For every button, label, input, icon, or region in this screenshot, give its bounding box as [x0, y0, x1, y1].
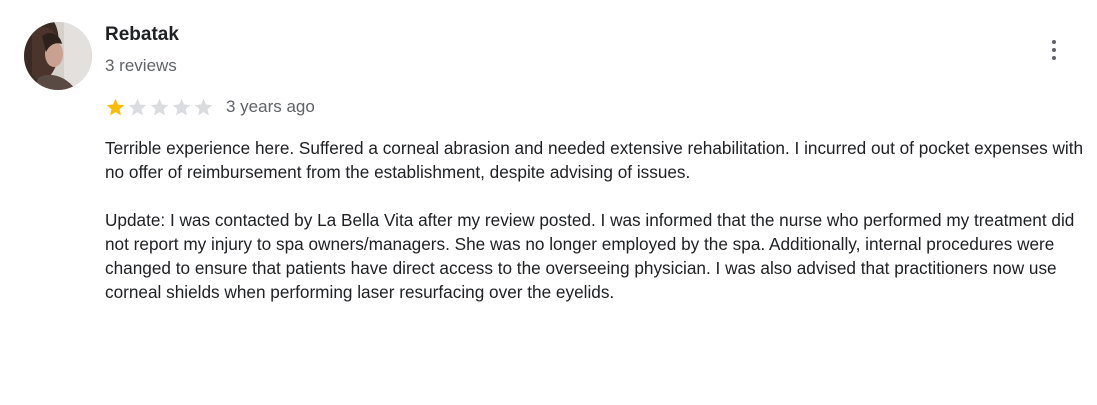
more-dot — [1052, 40, 1056, 44]
review-paragraph: Terrible experience here. Suffered a cor… — [105, 138, 1084, 182]
profile-photo-icon — [24, 22, 92, 90]
avatar[interactable] — [24, 22, 92, 90]
review-date: 3 years ago — [226, 97, 315, 116]
star-empty-icon — [150, 98, 169, 115]
review-card: Rebatak 3 reviews 3 years ago Terrible e… — [0, 0, 1097, 405]
more-dot — [1052, 56, 1056, 60]
star-empty-icon — [172, 98, 191, 115]
review-paragraph: Update: I was contacted by La Bella Vita… — [105, 210, 1075, 302]
star-empty-icon — [128, 98, 147, 115]
more-dot — [1052, 48, 1056, 52]
reviewer-name[interactable]: Rebatak — [105, 24, 179, 46]
more-vert-icon[interactable] — [1038, 34, 1070, 66]
star-rating — [105, 97, 214, 118]
star-empty-icon — [194, 98, 213, 115]
reviewer-review-count[interactable]: 3 reviews — [105, 56, 177, 76]
rating-row: 3 years ago — [105, 95, 315, 119]
star-filled-icon — [106, 98, 125, 115]
review-text: Terrible experience here. Suffered a cor… — [105, 136, 1090, 304]
